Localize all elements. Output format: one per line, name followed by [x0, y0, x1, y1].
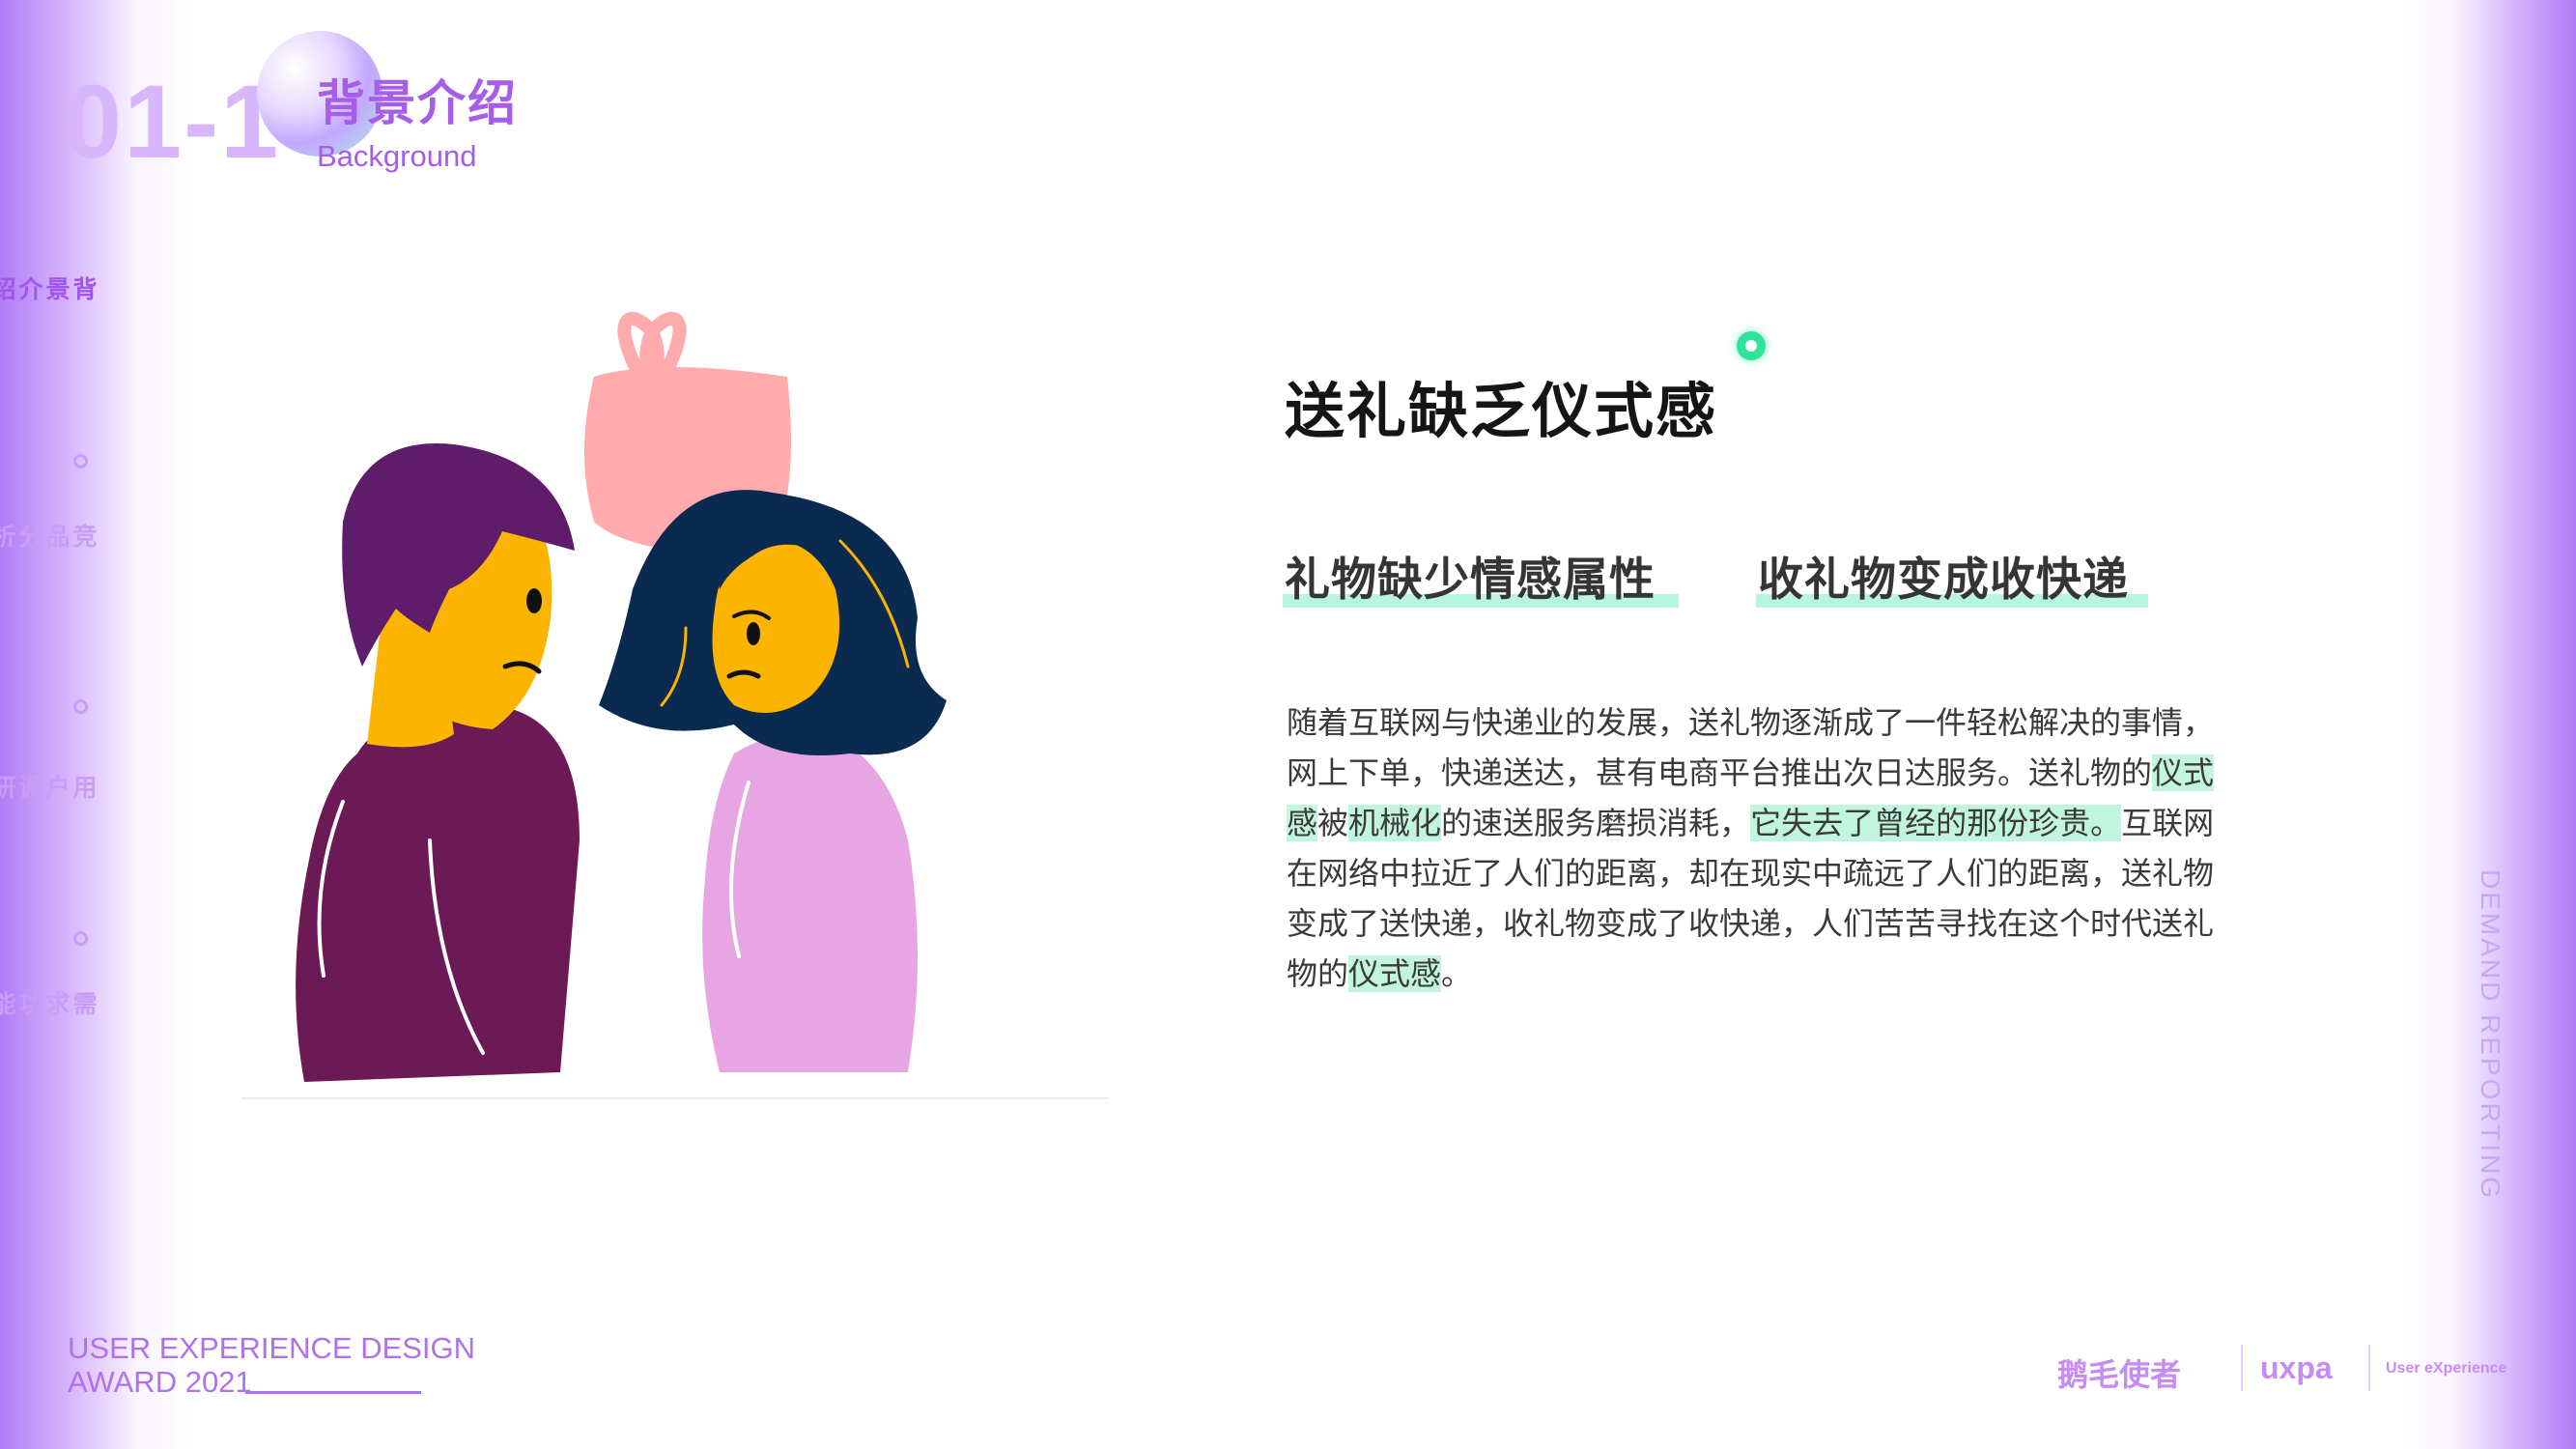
nav-dot	[73, 454, 88, 469]
tag-gift-to-parcel: 收礼物变成收快递	[1758, 554, 2129, 607]
highlight-text: 机械化	[1348, 805, 1442, 841]
logo-emaoshizhe: 鹅毛使者	[2057, 1356, 2182, 1393]
nav-dot	[73, 931, 88, 946]
nav-item-competitor-analysis[interactable]: 竞品分析	[0, 524, 98, 548]
text-run: 的速送服务磨损消耗，	[1441, 805, 1751, 841]
award-line-1: USER EXPERIENCE DESIGN	[68, 1331, 476, 1365]
section-subtitle: Background	[317, 139, 477, 173]
ground-line	[241, 1097, 1109, 1099]
logo-divider	[2241, 1345, 2243, 1391]
award-underline	[245, 1391, 421, 1394]
nav-item-background[interactable]: 背景介绍	[0, 276, 98, 300]
headline: 送礼缺乏仪式感	[1285, 376, 1718, 446]
text-run: 被	[1317, 805, 1349, 841]
right-gradient-edge	[2402, 0, 2576, 1449]
left-gradient-edge	[0, 0, 193, 1449]
body-paragraph: 随着互联网与快递业的发展，送礼物逐渐成了一件轻松解决的事情，网上下单，快递送达，…	[1287, 697, 2243, 999]
tag-emotional-attribute: 礼物缺少情感属性	[1285, 554, 1656, 607]
logo-uxpa: uxpa	[2260, 1350, 2333, 1385]
highlight-text: 仪式感	[1348, 955, 1442, 992]
demand-reporting-label: DEMAND REPORTING	[2476, 869, 2505, 1202]
accent-dot	[1737, 331, 1766, 360]
award-label: USER EXPERIENCE DESIGN AWARD 2021	[68, 1331, 475, 1399]
text-run: 。	[1441, 955, 1473, 992]
nav-item-requirements[interactable]: 需求功能提炼	[0, 991, 98, 1015]
logo-divider	[2368, 1345, 2370, 1391]
highlight-text: 它失去了曾经的那份珍贵。	[1750, 805, 2122, 841]
logo-user-experience: User eXperience	[2386, 1360, 2507, 1377]
man-figure	[296, 443, 580, 1082]
nav-item-user-research[interactable]: 用户调研	[0, 775, 98, 799]
nav-dot	[73, 699, 88, 714]
text-run: 随着互联网与快递业的发展，送礼物逐渐成了一件轻松解决的事情，网上下单，快递送达，…	[1287, 704, 2215, 791]
section-number: 01-1	[64, 63, 281, 180]
illustration	[296, 312, 947, 1082]
section-title: 背景介绍	[317, 75, 518, 131]
